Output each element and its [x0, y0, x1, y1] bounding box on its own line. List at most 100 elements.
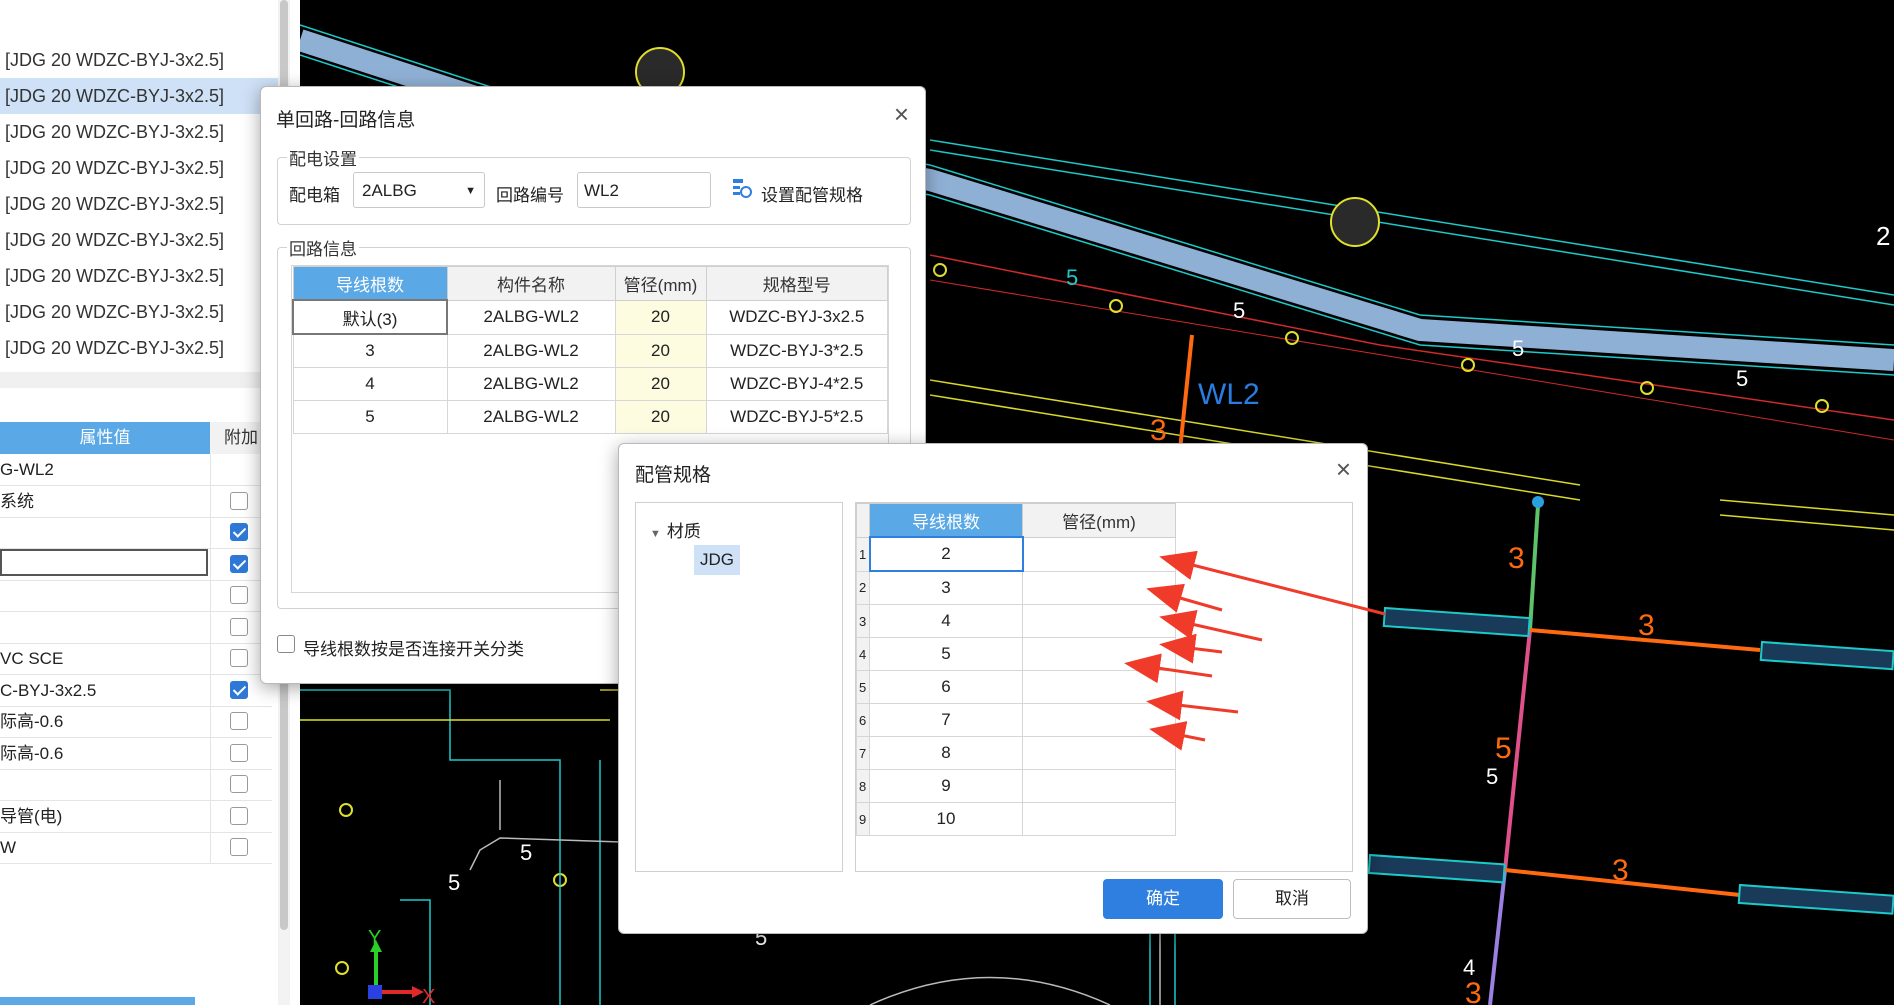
extra-checkbox[interactable]: [230, 586, 248, 604]
table-row[interactable]: 56: [856, 670, 1176, 704]
pipe-diameter-cell[interactable]: [1022, 703, 1176, 737]
wire-count-cell[interactable]: 10: [869, 802, 1023, 836]
list-item[interactable]: [JDG 20 WDZC-BYJ-3x2.5]: [0, 42, 278, 78]
classify-checkbox[interactable]: [277, 635, 295, 653]
box-select[interactable]: 2ALBG ▼: [353, 172, 485, 208]
table-row[interactable]: 12: [856, 536, 1176, 572]
property-row[interactable]: C-BYJ-3x2.5: [0, 674, 272, 707]
property-value[interactable]: C-BYJ-3x2.5: [0, 675, 205, 706]
spec-model-cell[interactable]: WDZC-BYJ-5*2.5: [705, 400, 888, 434]
extra-checkbox[interactable]: [230, 712, 248, 730]
pipe-diameter-cell[interactable]: 20: [614, 333, 707, 368]
component-name-cell[interactable]: 2ALBG-WL2: [446, 367, 616, 401]
property-row[interactable]: G-WL2: [0, 454, 272, 486]
splitter[interactable]: [0, 372, 278, 388]
tree-node-jdg[interactable]: JDG: [694, 545, 740, 575]
table-row[interactable]: 45: [856, 637, 1176, 671]
table-row[interactable]: 默认(3) 2ALBG-WL2 20 WDZC-BYJ-3x2.5: [292, 299, 888, 335]
spec-model-cell[interactable]: WDZC-BYJ-3x2.5: [705, 299, 888, 335]
extra-checkbox[interactable]: [230, 617, 248, 636]
wire-count-cell[interactable]: 9: [869, 769, 1023, 803]
material-tree[interactable]: ▼ 材质 JDG: [635, 502, 843, 872]
property-row[interactable]: [0, 580, 272, 612]
extra-checkbox[interactable]: [230, 649, 248, 667]
wire-count-cell[interactable]: 默认(3): [292, 299, 448, 335]
wire-count-cell[interactable]: 4: [292, 367, 448, 401]
circuit-list[interactable]: [JDG 20 WDZC-BYJ-3x2.5] [JDG 20 WDZC-BYJ-…: [0, 42, 278, 366]
col-wire-count[interactable]: 导线根数: [292, 266, 448, 301]
property-row[interactable]: W: [0, 832, 272, 864]
col-wire-count[interactable]: 导线根数: [869, 503, 1023, 538]
wire-count-cell[interactable]: 2: [868, 536, 1024, 572]
tree-root[interactable]: ▼ 材质: [650, 517, 701, 542]
pipe-diameter-cell[interactable]: [1022, 637, 1176, 671]
table-row[interactable]: 23: [856, 570, 1176, 605]
property-value[interactable]: 系统: [0, 486, 205, 517]
circuit-no-input[interactable]: WL2: [577, 172, 711, 208]
list-item[interactable]: [JDG 20 WDZC-BYJ-3x2.5]: [0, 294, 278, 330]
table-row[interactable]: 67: [856, 703, 1176, 737]
property-row[interactable]: [0, 611, 272, 644]
col-spec-model[interactable]: 规格型号: [705, 266, 888, 301]
bottom-scrollbar[interactable]: [0, 997, 195, 1005]
wire-count-cell[interactable]: 5: [869, 637, 1023, 671]
property-row[interactable]: [0, 517, 272, 549]
table-row[interactable]: 78: [856, 736, 1176, 770]
close-icon[interactable]: ×: [1336, 454, 1351, 485]
property-value[interactable]: 际高-0.6: [0, 738, 205, 769]
pipe-diameter-cell[interactable]: 20: [614, 367, 707, 401]
ok-button[interactable]: 确定: [1103, 879, 1223, 919]
wire-count-cell[interactable]: 5: [292, 400, 448, 434]
list-item[interactable]: [JDG 20 WDZC-BYJ-3x2.5]: [0, 78, 278, 114]
scroll-thumb[interactable]: [280, 0, 288, 90]
property-row[interactable]: 系统: [0, 485, 272, 518]
property-value[interactable]: G-WL2: [0, 454, 205, 485]
col-pipe-diameter[interactable]: 管径(mm): [614, 266, 707, 301]
pipe-diameter-cell[interactable]: [1022, 670, 1176, 704]
property-row[interactable]: [0, 769, 272, 801]
extra-checkbox[interactable]: [230, 523, 248, 541]
pipe-diameter-cell[interactable]: [1022, 536, 1176, 572]
cancel-button[interactable]: 取消: [1233, 879, 1351, 919]
extra-checkbox[interactable]: [230, 838, 248, 856]
table-row[interactable]: 89: [856, 769, 1176, 803]
extra-checkbox[interactable]: [230, 680, 248, 699]
property-row[interactable]: VC SCE: [0, 643, 272, 675]
wire-count-cell[interactable]: 4: [869, 604, 1023, 638]
property-value[interactable]: 际高-0.6: [0, 706, 205, 737]
extra-checkbox[interactable]: [230, 806, 248, 825]
list-item[interactable]: [JDG 20 WDZC-BYJ-3x2.5]: [0, 186, 278, 222]
property-row[interactable]: 际高-0.6: [0, 737, 272, 770]
wire-count-cell[interactable]: 3: [869, 570, 1023, 605]
extra-checkbox[interactable]: [230, 775, 248, 793]
component-name-cell[interactable]: 2ALBG-WL2: [446, 299, 616, 335]
pipe-diameter-cell[interactable]: 20: [614, 400, 707, 434]
pipe-diameter-cell[interactable]: [1022, 802, 1176, 836]
caret-down-icon[interactable]: ▼: [650, 528, 661, 540]
wire-count-cell[interactable]: 8: [869, 736, 1023, 770]
property-row[interactable]: [0, 548, 272, 581]
spec-model-cell[interactable]: WDZC-BYJ-3*2.5: [705, 333, 888, 368]
table-row[interactable]: 4 2ALBG-WL2 20 WDZC-BYJ-4*2.5: [292, 367, 888, 401]
table-row[interactable]: 34: [856, 604, 1176, 638]
col-component-name[interactable]: 构件名称: [446, 266, 616, 301]
wire-count-cell[interactable]: 7: [869, 703, 1023, 737]
property-row[interactable]: 导管(电): [0, 800, 272, 833]
spec-model-cell[interactable]: WDZC-BYJ-4*2.5: [705, 367, 888, 401]
component-name-cell[interactable]: 2ALBG-WL2: [446, 400, 616, 434]
property-value[interactable]: 导管(电): [0, 801, 205, 832]
pipe-diameter-cell[interactable]: 20: [614, 299, 707, 335]
close-icon[interactable]: ×: [894, 99, 909, 130]
wire-count-cell[interactable]: 3: [292, 333, 448, 368]
list-item[interactable]: [JDG 20 WDZC-BYJ-3x2.5]: [0, 258, 278, 294]
set-spec-button[interactable]: 设置配管规格: [761, 181, 863, 206]
table-row[interactable]: 5 2ALBG-WL2 20 WDZC-BYJ-5*2.5: [292, 400, 888, 434]
table-row[interactable]: 9 10: [856, 802, 1176, 836]
property-value[interactable]: W: [0, 832, 205, 863]
property-row[interactable]: 际高-0.6: [0, 706, 272, 738]
list-item[interactable]: [JDG 20 WDZC-BYJ-3x2.5]: [0, 330, 278, 366]
component-name-cell[interactable]: 2ALBG-WL2: [446, 333, 616, 368]
pipe-diameter-cell[interactable]: [1022, 604, 1176, 638]
spec-settings-icon[interactable]: [731, 177, 753, 199]
pipe-diameter-cell[interactable]: [1022, 736, 1176, 770]
